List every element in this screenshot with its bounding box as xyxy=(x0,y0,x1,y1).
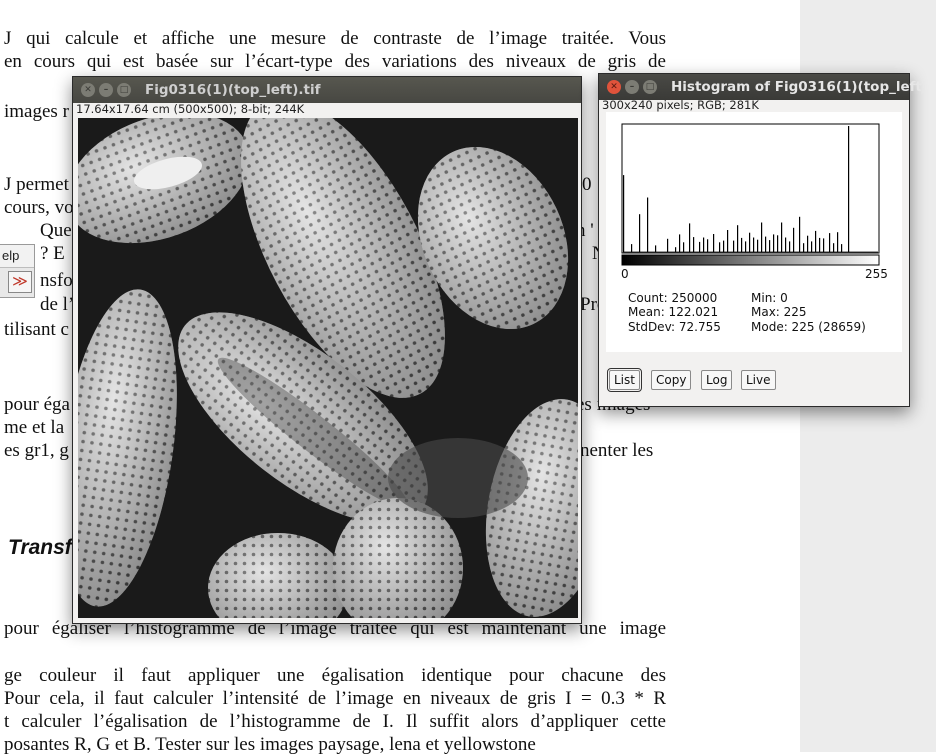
histogram-bar xyxy=(639,214,641,252)
imagej-toolbar: elp ≫ xyxy=(0,244,35,298)
minimize-icon[interactable]: – xyxy=(99,83,113,97)
histogram-bar xyxy=(703,237,705,252)
stat-stddev: StdDev: 72.755 xyxy=(628,320,721,334)
close-icon[interactable]: ✕ xyxy=(81,83,95,97)
log-button[interactable]: Log xyxy=(701,370,733,390)
document-line: J qui calcule et affiche une mesure de c… xyxy=(4,28,666,49)
close-icon[interactable]: ✕ xyxy=(607,80,621,94)
document-line: me et la xyxy=(4,417,65,438)
document-line: pour éga xyxy=(4,394,70,415)
stat-min: Min: 0 xyxy=(751,291,788,305)
list-button[interactable]: List xyxy=(607,368,642,392)
histogram-bar xyxy=(655,245,657,252)
histogram-bar xyxy=(829,233,831,252)
histogram-bar xyxy=(848,126,850,252)
histogram-bar xyxy=(841,244,843,252)
histogram-bar xyxy=(799,216,801,252)
pollen-image xyxy=(78,118,578,618)
histogram-bar xyxy=(793,227,795,252)
histogram-bar xyxy=(623,175,625,252)
maximize-icon[interactable]: □ xyxy=(117,83,131,97)
maximize-icon[interactable]: □ xyxy=(643,80,657,94)
histogram-bar xyxy=(777,235,779,252)
document-fragment: 0 xyxy=(582,174,592,195)
histogram-bar xyxy=(647,197,649,252)
document-line: ge couleur il faut appliquer une égalisa… xyxy=(4,665,666,686)
histogram-bar xyxy=(723,240,725,252)
histogram-window-title: Histogram of Fig0316(1)(top_left xyxy=(671,79,922,95)
histogram-frame xyxy=(621,123,880,254)
axis-min-label: 0 xyxy=(621,267,629,281)
document-line: ? E xyxy=(40,243,65,264)
document-line: nsfo xyxy=(40,270,73,291)
histogram-bar xyxy=(811,241,813,252)
histogram-bar xyxy=(815,230,817,252)
section-heading: Transf xyxy=(8,536,72,559)
histogram-bar xyxy=(833,243,835,252)
histogram-bar xyxy=(761,222,763,252)
stat-mode: Mode: 225 (28659) xyxy=(751,320,866,334)
histogram-bar xyxy=(631,244,633,252)
histogram-bar xyxy=(733,240,735,252)
histogram-bar xyxy=(773,234,775,252)
histogram-bar xyxy=(765,236,767,252)
histogram-bar xyxy=(675,247,677,252)
stat-max: Max: 225 xyxy=(751,305,807,319)
histogram-bar xyxy=(745,241,747,252)
live-button[interactable]: Live xyxy=(741,370,776,390)
document-line: Pour cela, il faut calculer l’intensité … xyxy=(4,688,666,709)
histogram-info: 300x240 pixels; RGB; 281K xyxy=(602,98,759,112)
histogram-window-titlebar[interactable]: ✕ – □ Histogram of Fig0316(1)(top_left xyxy=(599,74,922,100)
histogram-bar xyxy=(727,230,729,252)
document-line: images r xyxy=(4,101,69,122)
more-tools-icon[interactable]: ≫ xyxy=(8,271,32,293)
help-menu[interactable]: elp xyxy=(0,245,34,268)
histogram-bar xyxy=(749,232,751,252)
document-line: posantes R, G et B. Tester sur les image… xyxy=(4,734,536,755)
document-line: cours, vo xyxy=(4,197,74,218)
image-canvas[interactable] xyxy=(78,118,578,618)
minimize-icon[interactable]: – xyxy=(625,80,639,94)
histogram-bar xyxy=(785,237,787,252)
histogram-bar xyxy=(837,232,839,252)
document-line: tilisant c xyxy=(4,319,69,340)
histogram-bar xyxy=(719,242,721,252)
histogram-bar xyxy=(753,237,755,252)
document-line: es gr1, g xyxy=(4,440,69,461)
histogram-bar xyxy=(699,241,701,252)
axis-max-label: 255 xyxy=(865,267,888,281)
image-info: 17.64x17.64 cm (500x500); 8-bit; 244K xyxy=(76,102,305,116)
document-fragment: nenter les xyxy=(580,440,654,461)
document-line: J permet xyxy=(4,174,69,195)
histogram-bar xyxy=(737,225,739,252)
histogram-bar xyxy=(741,237,743,252)
histogram-bar xyxy=(757,239,759,252)
histogram-bar xyxy=(667,238,669,252)
image-window-title: Fig0316(1)(top_left).tif xyxy=(145,82,321,98)
document-line: en cours qui est basée sur l’écart-type … xyxy=(4,51,666,72)
histogram-bar xyxy=(803,243,805,252)
document-line: t calculer l’égalisation de l’histogramm… xyxy=(4,711,666,732)
histogram-bar xyxy=(781,222,783,252)
document-line: Que xyxy=(40,220,72,241)
histogram-bar xyxy=(789,241,791,252)
histogram-bar xyxy=(679,234,681,252)
stat-mean: Mean: 122.021 xyxy=(628,305,719,319)
histogram-bar xyxy=(819,237,821,252)
histogram-bar xyxy=(707,239,709,252)
histogram-bar xyxy=(769,240,771,252)
stat-count: Count: 250000 xyxy=(628,291,718,305)
lut-bar xyxy=(621,254,880,266)
histogram-bar xyxy=(689,223,691,252)
histogram-bar xyxy=(807,235,809,252)
image-window-titlebar[interactable]: ✕ – □ Fig0316(1)(top_left).tif xyxy=(73,77,581,103)
histogram-bar xyxy=(693,237,695,252)
histogram-bar xyxy=(683,242,685,252)
copy-button[interactable]: Copy xyxy=(651,370,692,390)
histogram-bar xyxy=(823,238,825,252)
histogram-bar xyxy=(713,234,715,252)
